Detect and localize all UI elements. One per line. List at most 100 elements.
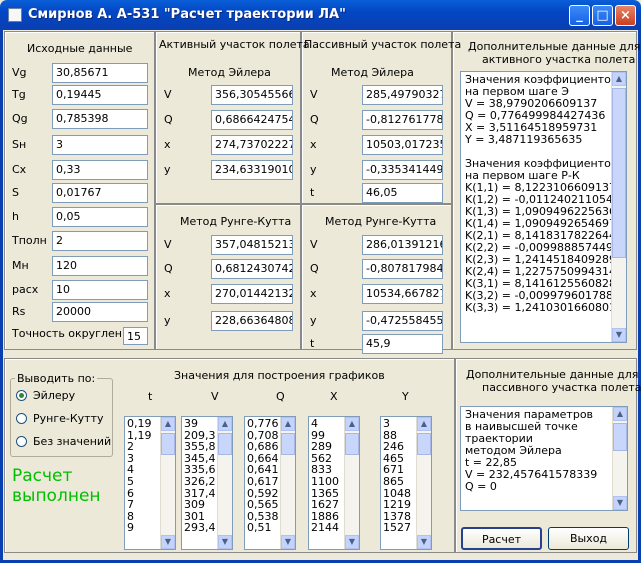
input-field-10[interactable]: 20000	[52, 302, 148, 322]
radio-label-1[interactable]: Рунге-Кутту	[33, 412, 104, 425]
passive-rk-value-4[interactable]: 45,9	[362, 334, 443, 354]
list-item[interactable]: 309	[184, 499, 216, 511]
scroll-up-icon[interactable]: ▲	[417, 417, 431, 431]
radio-label-2[interactable]: Без значений	[33, 435, 111, 448]
output-legend: Выводить по:	[15, 372, 98, 385]
scroll-down-icon[interactable]: ▼	[281, 535, 295, 549]
input-field-8[interactable]: 120	[52, 256, 148, 276]
passive-euler-value-0[interactable]: 285,497903279	[362, 85, 443, 105]
list-item[interactable]: 1100	[311, 476, 343, 488]
scroll-up-icon[interactable]: ▲	[613, 407, 627, 421]
input-field-1[interactable]: 0,19445	[52, 85, 148, 105]
scroll-down-icon[interactable]: ▼	[161, 535, 175, 549]
graph-list-scrollbar[interactable]: ▲ ▼	[160, 417, 175, 549]
list-item[interactable]: 39	[184, 418, 216, 430]
scroll-thumb[interactable]	[345, 433, 359, 455]
scroll-down-icon[interactable]: ▼	[345, 535, 359, 549]
list-item[interactable]: 0,51	[247, 522, 279, 534]
calc-button[interactable]: Расчет	[461, 527, 542, 550]
active-euler-value-1[interactable]: 0,68664247547	[211, 110, 293, 130]
active-rk-value-3[interactable]: 228,663648084	[211, 311, 293, 331]
graph-list-4[interactable]: 3 88 246 465 671 865 1048 1219 1378 1527 ▲ ▼	[380, 416, 432, 550]
list-item[interactable]: 0,565	[247, 499, 279, 511]
col-header-1: V	[211, 390, 219, 403]
minimize-button[interactable]: _	[569, 5, 590, 26]
input-field-0[interactable]: 30,85671	[52, 63, 148, 83]
list-item[interactable]: 4	[311, 418, 343, 430]
close-button[interactable]: ×	[615, 5, 636, 26]
extra-passive-scrollbar[interactable]: ▲ ▼	[612, 407, 627, 510]
active-rk-value-2[interactable]: 270,014421328	[211, 284, 293, 304]
scroll-up-icon[interactable]: ▲	[281, 417, 295, 431]
extra-active-scrollbar[interactable]: ▲ ▼	[611, 72, 626, 342]
list-item[interactable]: 1527	[383, 522, 415, 534]
scroll-thumb[interactable]	[218, 433, 232, 455]
passive-rk-value-1[interactable]: -0,8078179847	[362, 259, 443, 279]
input-field-2[interactable]: 0,785398	[52, 109, 148, 129]
scroll-down-icon[interactable]: ▼	[612, 328, 626, 342]
radio-label-0[interactable]: Эйлеру	[33, 389, 75, 402]
scroll-thumb[interactable]	[613, 423, 627, 451]
radio-2[interactable]	[16, 436, 27, 447]
input-field-5[interactable]: 0,01767	[52, 183, 148, 203]
input-label-2: Qg	[12, 112, 28, 125]
list-item[interactable]: 0,617	[247, 476, 279, 488]
input-field-6[interactable]: 0,05	[52, 207, 148, 227]
scroll-thumb[interactable]	[281, 433, 295, 455]
exit-button[interactable]: Выход	[548, 527, 629, 550]
graph-list-1[interactable]: 39 209,3 355,8 345,4 335,6 326,2 317,4 309 301 29…	[181, 416, 233, 550]
list-item[interactable]: 9	[127, 522, 159, 534]
extra-passive-memo[interactable]: Значения параметров в наивысшей точке трае…	[460, 406, 628, 511]
scroll-up-icon[interactable]: ▲	[161, 417, 175, 431]
input-field-3[interactable]: 3	[52, 135, 148, 155]
scroll-thumb[interactable]	[161, 433, 175, 455]
list-item[interactable]: 3	[383, 418, 415, 430]
list-item[interactable]: 1627	[311, 499, 343, 511]
scroll-thumb[interactable]	[612, 88, 626, 258]
passive-rk-value-2[interactable]: 10534,6678275	[362, 284, 443, 304]
scroll-up-icon[interactable]: ▲	[345, 417, 359, 431]
passive-euler-value-3[interactable]: -0,3353414490	[362, 160, 443, 180]
scroll-up-icon[interactable]: ▲	[612, 72, 626, 86]
scroll-thumb[interactable]	[417, 433, 431, 455]
graph-list-2[interactable]: 0,776 0,708 0,686 0,664 0,641 0,617 0,592 0,565…	[244, 416, 296, 550]
active-rk-value-0[interactable]: 357,048152135	[211, 235, 293, 255]
passive-euler-value-4[interactable]: 46,05	[362, 183, 443, 203]
scroll-down-icon[interactable]: ▼	[613, 496, 627, 510]
active-euler-value-3[interactable]: 234,633190109	[211, 160, 293, 180]
list-item[interactable]: 1219	[383, 499, 415, 511]
radio-0[interactable]	[16, 390, 27, 401]
active-euler-value-2[interactable]: 274,737022277	[211, 135, 293, 155]
list-item[interactable]: 0,776	[247, 418, 279, 430]
radio-1[interactable]	[16, 413, 27, 424]
passive-euler-value-2[interactable]: 10503,0172350	[362, 135, 443, 155]
list-item[interactable]: 326,2	[184, 476, 216, 488]
graph-list-0[interactable]: 0,19 1,19 2 3 4 5 6 7 8 9 ▲ ▼	[124, 416, 176, 550]
scroll-down-icon[interactable]: ▼	[218, 535, 232, 549]
input-field-4[interactable]: 0,33	[52, 160, 148, 180]
list-item[interactable]: 5	[127, 476, 159, 488]
passive-euler-label-1: Q	[310, 113, 319, 126]
graph-list-scrollbar[interactable]: ▲ ▼	[416, 417, 431, 549]
input-field-7[interactable]: 2	[52, 231, 148, 251]
list-item[interactable]: 0,19	[127, 418, 159, 430]
scroll-down-icon[interactable]: ▼	[417, 535, 431, 549]
active-rk-value-1[interactable]: 0,68124307429	[211, 259, 293, 279]
graph-list-scrollbar[interactable]: ▲ ▼	[280, 417, 295, 549]
input-field-9[interactable]: 10	[52, 280, 148, 300]
passive-rk-value-0[interactable]: 286,013912160	[362, 235, 443, 255]
scroll-up-icon[interactable]: ▲	[218, 417, 232, 431]
passive-euler-value-1[interactable]: -0,8127617784	[362, 110, 443, 130]
graph-list-scrollbar[interactable]: ▲ ▼	[217, 417, 232, 549]
extra-active-memo[interactable]: Значения коэффициентов на первом шаге ЭV …	[460, 71, 627, 343]
list-item[interactable]: 7	[127, 499, 159, 511]
list-item[interactable]: 293,4	[184, 522, 216, 534]
active-euler-value-0[interactable]: 356,305455666	[211, 85, 293, 105]
maximize-button[interactable]: □	[592, 5, 613, 26]
precision-input[interactable]: 15	[123, 327, 148, 345]
passive-rk-value-3[interactable]: -0,4725584553	[362, 311, 443, 331]
list-item[interactable]: 2144	[311, 522, 343, 534]
list-item[interactable]: 865	[383, 476, 415, 488]
graph-list-scrollbar[interactable]: ▲ ▼	[344, 417, 359, 549]
graph-list-3[interactable]: 4 99 289 562 833 1100 1365 1627 1886 2144 ▲ ▼	[308, 416, 360, 550]
